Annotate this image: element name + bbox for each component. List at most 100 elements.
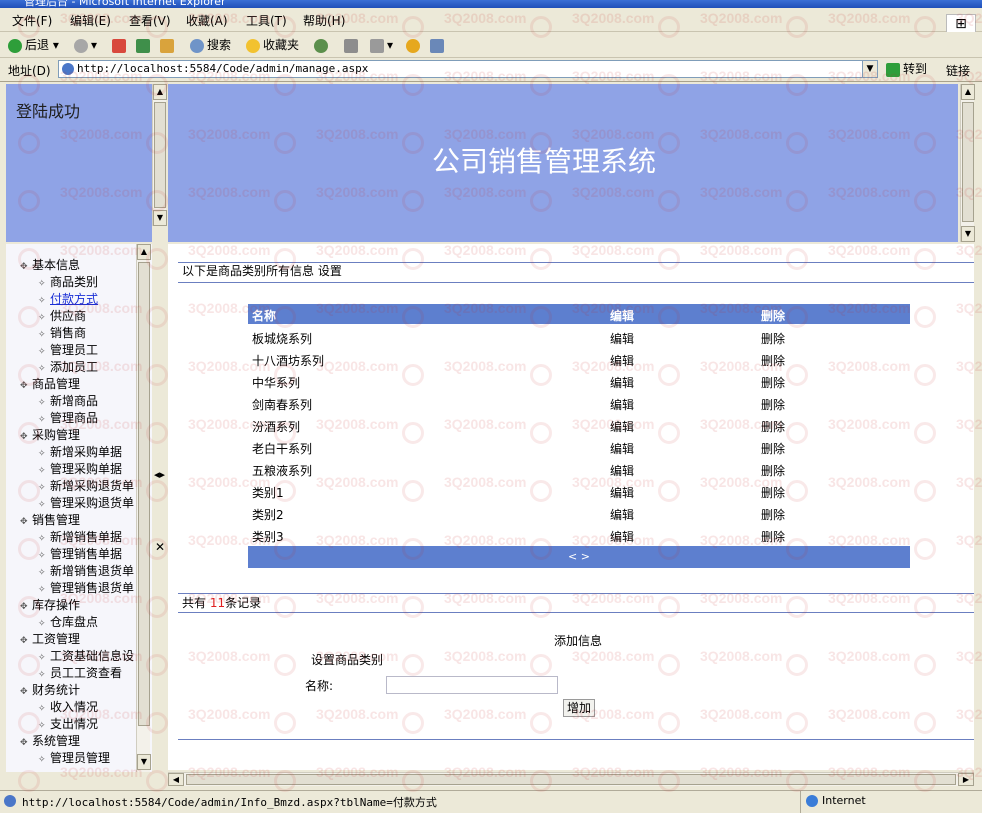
nav-item[interactable]: ✧ 新增销售退货单 bbox=[38, 562, 134, 579]
edit-link[interactable]: 编辑 bbox=[610, 374, 634, 391]
print-button[interactable]: ▾ bbox=[370, 36, 393, 54]
history-button[interactable] bbox=[314, 36, 331, 54]
scroll-thumb[interactable] bbox=[962, 102, 974, 222]
mail-button[interactable] bbox=[344, 36, 361, 54]
nav-item[interactable]: ✧ 供应商 bbox=[38, 307, 86, 324]
edit-link[interactable]: 编辑 bbox=[610, 330, 634, 347]
frame-splitter[interactable]: ◂▸ ✕ bbox=[152, 244, 168, 774]
nav-item-label: 销售商 bbox=[50, 326, 87, 340]
nav-item[interactable]: ✧ 商品类别 bbox=[38, 273, 98, 290]
address-input[interactable]: http://localhost:5584/Code/admin/manage.… bbox=[58, 60, 876, 78]
edit-link[interactable]: 编辑 bbox=[610, 396, 634, 413]
nav-scrollbar[interactable]: ▲ ▼ bbox=[136, 244, 151, 772]
nav-item[interactable]: ✥ 基本信息 bbox=[20, 256, 80, 273]
scroll-thumb[interactable] bbox=[154, 102, 166, 208]
top-left-scrollbar[interactable]: ▲ ▼ bbox=[152, 84, 167, 226]
refresh-button[interactable] bbox=[136, 36, 153, 54]
back-button[interactable]: 后退 ▾ bbox=[8, 36, 59, 54]
nav-item[interactable]: ✥ 系统管理 bbox=[20, 732, 80, 749]
nav-item[interactable]: ✧ 管理销售单据 bbox=[38, 545, 122, 562]
row-name: 中华系列 bbox=[252, 376, 301, 390]
forward-button[interactable]: ▾ bbox=[74, 36, 97, 54]
nav-item[interactable]: ✥ 商品管理 bbox=[20, 375, 80, 392]
scroll-down-button[interactable]: ▼ bbox=[153, 210, 167, 226]
menu-favorites[interactable]: 收藏(A) bbox=[186, 12, 228, 29]
edit-link[interactable]: 编辑 bbox=[610, 484, 634, 501]
delete-link[interactable]: 删除 bbox=[761, 330, 785, 347]
edit-link[interactable]: 编辑 bbox=[610, 352, 634, 369]
links-button[interactable]: 链接 bbox=[946, 62, 970, 79]
nav-item[interactable]: ✧ 管理员工 bbox=[38, 341, 98, 358]
nav-item[interactable]: ✧ 仓库盘点 bbox=[38, 613, 98, 630]
nav-item[interactable]: ✧ 员工工资查看 bbox=[38, 664, 122, 681]
menu-file[interactable]: 文件(F) bbox=[12, 12, 52, 29]
leaf-icon: ✧ bbox=[38, 619, 46, 629]
nav-item[interactable]: ✧ 新增采购单据 bbox=[38, 443, 122, 460]
nav-item[interactable]: ✧ 添加员工 bbox=[38, 358, 98, 375]
table-row: 汾酒系列 编辑 删除 bbox=[248, 414, 910, 436]
nav-item[interactable]: ✥ 工资管理 bbox=[20, 630, 80, 647]
search-button[interactable]: 搜索 bbox=[190, 36, 231, 54]
scroll-up-button[interactable]: ▲ bbox=[153, 84, 167, 100]
edit-link[interactable]: 编辑 bbox=[610, 506, 634, 523]
nav-item[interactable]: ✧ 管理采购退货单 bbox=[38, 494, 134, 511]
nav-item[interactable]: ✧ 支出情况 bbox=[38, 715, 98, 732]
scroll-up-button[interactable]: ▲ bbox=[137, 244, 151, 260]
nav-item[interactable]: ✧ 新增销售单据 bbox=[38, 528, 122, 545]
delete-link[interactable]: 删除 bbox=[761, 528, 785, 545]
nav-item[interactable]: ✥ 库存操作 bbox=[20, 596, 80, 613]
main-horizontal-scrollbar[interactable]: ◀ ▶ bbox=[168, 772, 974, 786]
edit-link[interactable]: 编辑 bbox=[610, 528, 634, 545]
add-button[interactable]: 增加 bbox=[563, 699, 595, 717]
nav-item[interactable]: ✧ 管理采购单据 bbox=[38, 460, 122, 477]
scroll-thumb[interactable] bbox=[138, 262, 150, 726]
go-button[interactable]: 转到 bbox=[886, 60, 927, 78]
delete-link[interactable]: 删除 bbox=[761, 352, 785, 369]
nav-item[interactable]: ✧ 销售商 bbox=[38, 324, 86, 341]
discuss-button[interactable] bbox=[430, 36, 447, 54]
nav-item[interactable]: ✥ 财务统计 bbox=[20, 681, 80, 698]
delete-link[interactable]: 删除 bbox=[761, 462, 785, 479]
scroll-up-button[interactable]: ▲ bbox=[961, 84, 975, 100]
banner-scrollbar[interactable]: ▲ ▼ bbox=[960, 84, 975, 242]
toggle-nav-icon[interactable]: ◂▸ bbox=[154, 468, 165, 481]
delete-link[interactable]: 删除 bbox=[761, 440, 785, 457]
nav-item[interactable]: ✥ 销售管理 bbox=[20, 511, 80, 528]
nav-item[interactable]: ✥ 采购管理 bbox=[20, 426, 80, 443]
scroll-down-button[interactable]: ▼ bbox=[137, 754, 151, 770]
scroll-thumb[interactable] bbox=[186, 774, 956, 785]
nav-item[interactable]: ✧ 管理员管理 bbox=[38, 749, 110, 766]
delete-link[interactable]: 删除 bbox=[761, 396, 785, 413]
delete-link[interactable]: 删除 bbox=[761, 374, 785, 391]
address-dropdown-button[interactable]: ▼ bbox=[862, 60, 878, 78]
nav-item[interactable]: ✧ 付款方式 bbox=[38, 290, 98, 307]
pager[interactable]: < > bbox=[248, 546, 910, 568]
menu-tools[interactable]: 工具(T) bbox=[246, 12, 287, 29]
home-button[interactable] bbox=[160, 36, 177, 54]
menu-help[interactable]: 帮助(H) bbox=[303, 12, 345, 29]
menu-view[interactable]: 查看(V) bbox=[129, 12, 171, 29]
favorites-button[interactable]: 收藏夹 bbox=[246, 36, 299, 54]
delete-link[interactable]: 删除 bbox=[761, 506, 785, 523]
delete-link[interactable]: 删除 bbox=[761, 484, 785, 501]
nav-item[interactable]: ✧ 新增商品 bbox=[38, 392, 98, 409]
scroll-left-button[interactable]: ◀ bbox=[168, 773, 184, 786]
messenger-button[interactable] bbox=[406, 36, 423, 54]
nav-item[interactable]: ✧ 收入情况 bbox=[38, 698, 98, 715]
nav-item[interactable]: ✧ 工资基础信息设 bbox=[38, 647, 134, 664]
stop-button[interactable] bbox=[112, 36, 129, 54]
nav-item-label: 管理商品 bbox=[50, 411, 99, 425]
row-name: 老白干系列 bbox=[252, 442, 313, 456]
scroll-right-button[interactable]: ▶ bbox=[958, 773, 974, 786]
edit-link[interactable]: 编辑 bbox=[610, 462, 634, 479]
nav-item[interactable]: ✧ 管理商品 bbox=[38, 409, 98, 426]
nav-item[interactable]: ✧ 新增采购退货单 bbox=[38, 477, 134, 494]
menu-edit[interactable]: 编辑(E) bbox=[70, 12, 111, 29]
scroll-down-button[interactable]: ▼ bbox=[961, 226, 975, 242]
edit-link[interactable]: 编辑 bbox=[610, 440, 634, 457]
edit-link[interactable]: 编辑 bbox=[610, 418, 634, 435]
nav-item[interactable]: ✧ 管理销售退货单 bbox=[38, 579, 134, 596]
close-nav-icon[interactable]: ✕ bbox=[155, 540, 165, 554]
delete-link[interactable]: 删除 bbox=[761, 418, 785, 435]
name-field[interactable] bbox=[386, 676, 558, 694]
